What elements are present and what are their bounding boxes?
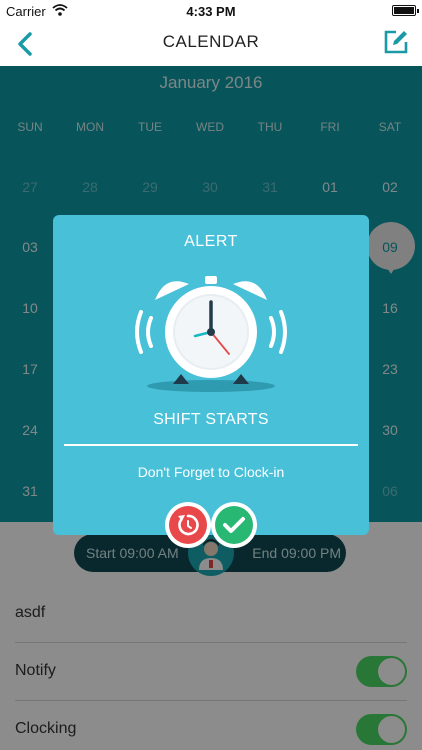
check-icon (223, 517, 245, 533)
snooze-button[interactable] (165, 502, 211, 548)
alert-title: ALERT (184, 233, 238, 250)
confirm-button[interactable] (211, 502, 257, 548)
battery-icon (392, 5, 419, 16)
alert-message: Don't Forget to Clock-in (137, 464, 285, 480)
alert-dialog: ALERT SHIFT STARTS Don't Forget to Clock… (53, 215, 369, 535)
alert-heading: SHIFT STARTS (153, 411, 269, 428)
status-bar: Carrier 4:33 PM (0, 0, 422, 22)
alarm-clock-icon (135, 276, 287, 392)
edit-icon[interactable] (382, 28, 410, 56)
nav-bar: CALENDAR (0, 22, 422, 66)
page-title: CALENDAR (162, 32, 260, 51)
retry-arrow-icon (178, 514, 199, 536)
clock-time: 4:33 PM (186, 4, 236, 19)
checkmark-icon (215, 506, 253, 544)
snooze-icon (169, 506, 207, 544)
alert-divider (64, 444, 358, 446)
